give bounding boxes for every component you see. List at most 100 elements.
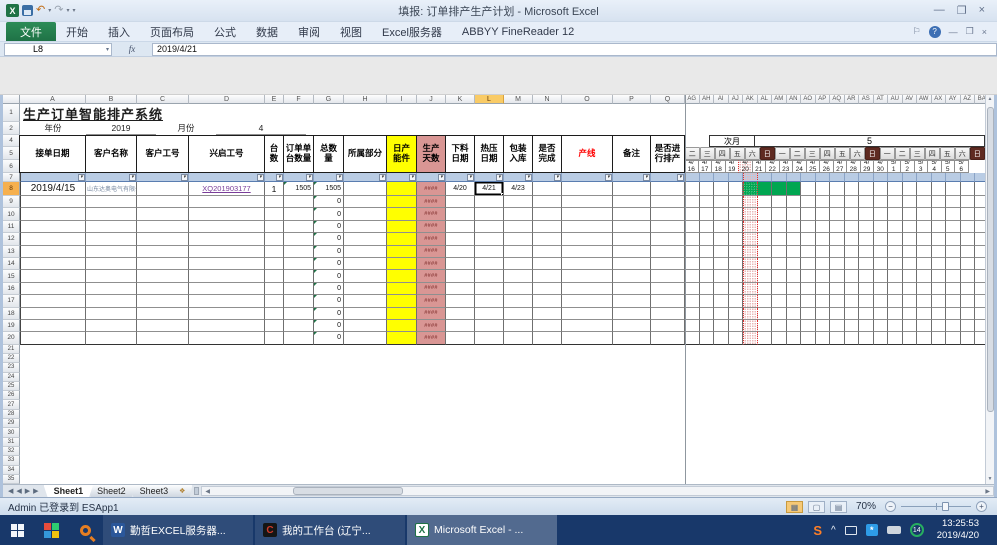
filter-cell-B7[interactable]: ▾ xyxy=(86,173,137,182)
filter-cell-H7[interactable]: ▾ xyxy=(344,173,387,182)
filter-cell-E7[interactable]: ▾ xyxy=(265,173,284,182)
empty-cells[interactable] xyxy=(20,447,985,456)
filter-cell-D7[interactable]: ▾ xyxy=(189,173,265,182)
filter-cell-AU7[interactable] xyxy=(888,173,903,182)
cell-C11[interactable] xyxy=(137,221,189,233)
cell-AM10[interactable] xyxy=(772,208,787,220)
cell-AR12[interactable] xyxy=(845,233,860,245)
cell-AY15[interactable] xyxy=(946,270,961,282)
cell-AJ11[interactable] xyxy=(729,221,744,233)
cell-D17[interactable] xyxy=(189,295,265,307)
taskbar-button[interactable]: X Microsoft Excel - ... xyxy=(407,515,557,545)
cell-AM12[interactable] xyxy=(772,233,787,245)
cell-M19[interactable] xyxy=(504,320,533,332)
cell-D12[interactable] xyxy=(189,233,265,245)
cell-AM19[interactable] xyxy=(772,320,787,332)
row-header-26[interactable]: 26 xyxy=(3,391,20,400)
cell-AW16[interactable] xyxy=(917,283,932,295)
cell-L9[interactable] xyxy=(475,196,504,208)
cell-AK15[interactable] xyxy=(743,270,758,282)
cell-I11[interactable] xyxy=(387,221,417,233)
cell-N11[interactable] xyxy=(533,221,562,233)
cell-F15[interactable] xyxy=(284,270,314,282)
select-all-corner[interactable] xyxy=(3,95,20,104)
cell-L12[interactable] xyxy=(475,233,504,245)
cell-AT17[interactable] xyxy=(874,295,889,307)
cell-AT9[interactable] xyxy=(874,196,889,208)
cell-N12[interactable] xyxy=(533,233,562,245)
cell-AO9[interactable] xyxy=(801,196,816,208)
taskbar-button[interactable]: C 我的工作台 (辽宁... xyxy=(255,515,405,545)
save-icon[interactable] xyxy=(22,5,33,16)
cell-AX17[interactable] xyxy=(932,295,947,307)
cell-BA10[interactable] xyxy=(975,208,985,220)
cell-AK8[interactable] xyxy=(743,182,758,196)
cell-C14[interactable] xyxy=(137,258,189,270)
filter-cell-C7[interactable]: ▾ xyxy=(137,173,189,182)
cell-BA19[interactable] xyxy=(975,320,985,332)
cell-J11[interactable]: #### xyxy=(417,221,446,233)
cell-E19[interactable] xyxy=(265,320,284,332)
tab-数据[interactable]: 数据 xyxy=(246,22,288,41)
filter-dropdown-icon[interactable]: ▾ xyxy=(409,174,416,181)
cell-BA11[interactable] xyxy=(975,221,985,233)
cell-AW8[interactable] xyxy=(917,182,932,196)
tab-公式[interactable]: 公式 xyxy=(204,22,246,41)
cell-AO19[interactable] xyxy=(801,320,816,332)
customize-qat-icon[interactable]: ▾ xyxy=(72,7,75,14)
table-header-production-days[interactable]: 生产天数 xyxy=(416,135,446,173)
cell-AM18[interactable] xyxy=(772,308,787,320)
cell-O17[interactable] xyxy=(562,295,613,307)
zoom-level[interactable]: 70% xyxy=(856,501,876,512)
cell-K20[interactable] xyxy=(446,332,475,344)
cell-AN12[interactable] xyxy=(787,233,802,245)
cell-K15[interactable] xyxy=(446,270,475,282)
cell-P10[interactable] xyxy=(613,208,651,220)
cell-D11[interactable] xyxy=(189,221,265,233)
zoom-slider-thumb[interactable] xyxy=(942,502,949,511)
row-header-14[interactable]: 14 xyxy=(3,258,20,270)
filter-dropdown-icon[interactable]: ▾ xyxy=(605,174,612,181)
cell-AQ11[interactable] xyxy=(830,221,845,233)
cell-AI19[interactable] xyxy=(714,320,729,332)
cell-AS14[interactable] xyxy=(859,258,874,270)
filter-cell-AG7[interactable] xyxy=(685,173,700,182)
cell-Q8[interactable] xyxy=(651,182,685,196)
cell-L19[interactable] xyxy=(475,320,504,332)
cell-B18[interactable] xyxy=(86,308,137,320)
cell-AZ14[interactable] xyxy=(961,258,976,270)
workbook-restore-icon[interactable]: ❐ xyxy=(966,26,974,37)
cell-AO8[interactable] xyxy=(801,182,816,196)
table-header-customer-name[interactable]: 客户名称 xyxy=(85,135,137,173)
column-header-F[interactable]: F xyxy=(284,95,314,104)
empty-cells[interactable] xyxy=(20,410,985,419)
cell-AQ15[interactable] xyxy=(830,270,845,282)
filter-cell-O7[interactable]: ▾ xyxy=(562,173,613,182)
cell-C12[interactable] xyxy=(137,233,189,245)
column-header-AP[interactable]: AP xyxy=(816,95,831,104)
cell-AY20[interactable] xyxy=(946,332,961,344)
cell-E13[interactable] xyxy=(265,246,284,258)
row-header-25[interactable]: 25 xyxy=(3,382,20,391)
cell-P15[interactable] xyxy=(613,270,651,282)
cell-G20[interactable]: 0 xyxy=(314,332,344,344)
row-header-17[interactable]: 17 xyxy=(3,295,20,307)
filter-cell-AW7[interactable] xyxy=(917,173,932,182)
cell-AI16[interactable] xyxy=(714,283,729,295)
cell-AS17[interactable] xyxy=(859,295,874,307)
cell-AU19[interactable] xyxy=(888,320,903,332)
empty-cells[interactable] xyxy=(20,354,985,363)
filter-cell-AY7[interactable] xyxy=(946,173,961,182)
cell-Q14[interactable] xyxy=(651,258,685,270)
cell-AS10[interactable] xyxy=(859,208,874,220)
cell-G15[interactable]: 0 xyxy=(314,270,344,282)
row-header-19[interactable]: 19 xyxy=(3,320,20,332)
formula-input[interactable]: 2019/4/21 xyxy=(152,43,997,56)
cell-F19[interactable] xyxy=(284,320,314,332)
row-header-21[interactable]: 21 xyxy=(3,345,20,354)
filter-dropdown-icon[interactable]: ▾ xyxy=(336,174,343,181)
next-sheet-icon[interactable]: ▶ xyxy=(25,487,30,495)
row-header-10[interactable]: 10 xyxy=(3,208,20,220)
sheet-tab-Sheet2[interactable]: Sheet2 xyxy=(87,485,136,497)
zoom-out-icon[interactable]: − xyxy=(885,501,896,512)
